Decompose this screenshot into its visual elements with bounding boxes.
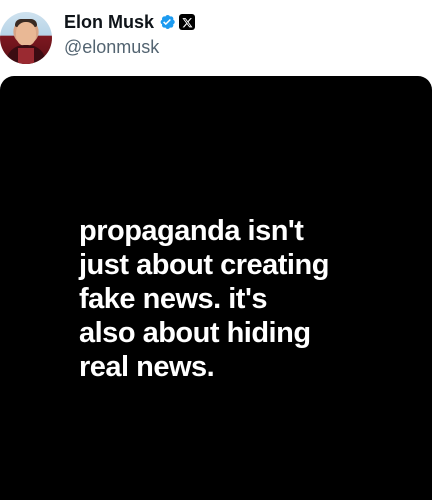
- avatar-face: [16, 22, 36, 46]
- x-logo-icon: [179, 14, 196, 30]
- author-handle[interactable]: @elonmusk: [64, 36, 159, 58]
- verified-badge-icon: [158, 13, 176, 31]
- post-header: Elon Musk @elonmusk: [0, 0, 432, 74]
- author-display-name[interactable]: Elon Musk: [64, 11, 154, 33]
- avatar[interactable]: [0, 12, 52, 64]
- post-card: Elon Musk @elonmusk propaganda isn't jus…: [0, 0, 432, 500]
- post-image[interactable]: propaganda isn't just about creating fak…: [0, 76, 432, 500]
- image-quote-text: propaganda isn't just about creating fak…: [79, 215, 329, 383]
- avatar-shirt: [18, 48, 34, 64]
- author-name-row[interactable]: Elon Musk: [64, 11, 196, 33]
